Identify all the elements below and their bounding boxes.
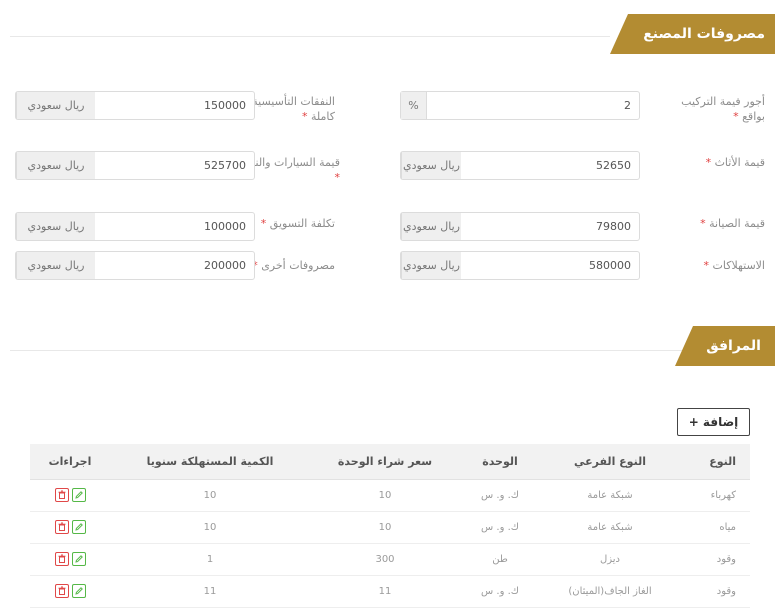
vehicles-input[interactable]: 525700 ريال سعودي [15,151,255,180]
delete-icon[interactable] [54,487,69,502]
founding-value: 150000 [204,99,246,112]
actions-cell [30,511,110,544]
marketing-value: 100000 [204,220,246,233]
table-cell: ك. و. س [460,575,540,608]
furniture-input[interactable]: 52650 ريال سعودي [400,151,640,180]
utilities-header: المرافق [0,326,775,366]
table-row: كهرباء شبكة عامة ك. و. س 10 10 [30,479,750,512]
depreciation-value: 580000 [589,259,631,272]
edit-icon[interactable] [71,583,86,598]
table-cell: شبكة عامة [540,511,680,544]
field-label-furniture: قيمة الأثاث * [705,156,765,169]
table-cell: وقود [680,575,750,608]
table-cell: شبكة عامة [540,479,680,512]
furniture-value: 52650 [596,159,631,172]
table-cell: ديزل [540,543,680,576]
maintenance-value: 79800 [596,220,631,233]
table-cell: 11 [110,575,310,608]
other-expenses-value: 200000 [204,259,246,272]
table-header-row: النوع النوع الفرعي الوحدة سعر شراء الوحد… [30,444,750,480]
currency-addon: ريال سعودي [16,152,95,179]
utilities-table: النوع النوع الفرعي الوحدة سعر شراء الوحد… [30,444,750,608]
table-row: وقود الغاز الجاف(الميثان) ك. و. س 11 11 [30,575,750,608]
add-utility-button[interactable]: إضافة + [677,408,750,436]
edit-icon[interactable] [71,519,86,534]
table-cell: 10 [310,479,460,512]
depreciation-input[interactable]: 580000 ريال سعودي [400,251,640,280]
table-cell: مياه [680,511,750,544]
currency-addon: ريال سعودي [16,252,95,279]
currency-addon: ريال سعودي [401,152,461,179]
table-cell: 10 [110,479,310,512]
delete-icon[interactable] [54,519,69,534]
column-header: الوحدة [460,444,540,480]
section-divider [10,350,690,351]
field-label-maintenance: قيمة الصيانة * [700,217,765,230]
section-divider [10,36,610,37]
founding-input[interactable]: 150000 ريال سعودي [15,91,255,120]
table-cell: ك. و. س [460,511,540,544]
section-title: المرافق [675,326,775,366]
table-cell: ك. و. س [460,479,540,512]
edit-icon[interactable] [71,551,86,566]
installation-value: 2 [624,99,631,112]
maintenance-input[interactable]: 79800 ريال سعودي [400,212,640,241]
table-cell: 1 [110,543,310,576]
table-cell: 10 [310,511,460,544]
column-header: النوع الفرعي [540,444,680,480]
section-title: مصروفات المصنع [610,14,775,54]
column-header: سعر شراء الوحدة [310,444,460,480]
delete-icon[interactable] [54,551,69,566]
actions-cell [30,479,110,512]
table-cell: 10 [110,511,310,544]
column-header: الكمية المستهلكة سنويا [110,444,310,480]
other-expenses-input[interactable]: 200000 ريال سعودي [15,251,255,280]
table-row: وقود ديزل طن 300 1 [30,543,750,576]
installation-input[interactable]: % 2 [400,91,640,120]
table-cell: طن [460,543,540,576]
edit-icon[interactable] [71,487,86,502]
vehicles-value: 525700 [204,159,246,172]
column-header: اجراءات [30,444,110,480]
actions-cell [30,575,110,608]
table-cell: كهرباء [680,479,750,512]
table-cell: وقود [680,543,750,576]
table-cell: 11 [310,575,460,608]
currency-addon: ريال سعودي [16,213,95,240]
table-cell: الغاز الجاف(الميثان) [540,575,680,608]
delete-icon[interactable] [54,583,69,598]
field-label-founding: النفقات التأسيسية كاملة * [252,95,335,123]
currency-addon: ريال سعودي [16,92,95,119]
column-header: النوع [680,444,750,480]
actions-cell [30,543,110,576]
currency-addon: ريال سعودي [401,213,461,240]
factory-expenses-header: مصروفات المصنع [0,14,775,54]
table-row: مياه شبكة عامة ك. و. س 10 10 [30,511,750,544]
percent-addon: % [401,92,427,119]
table-cell: 300 [310,543,460,576]
field-label-installation: أجور فيمة التركيب بواقع * [681,95,765,123]
field-label-depreciation: الاستهلاكات * [703,259,765,272]
currency-addon: ريال سعودي [401,252,461,279]
marketing-input[interactable]: 100000 ريال سعودي [15,212,255,241]
